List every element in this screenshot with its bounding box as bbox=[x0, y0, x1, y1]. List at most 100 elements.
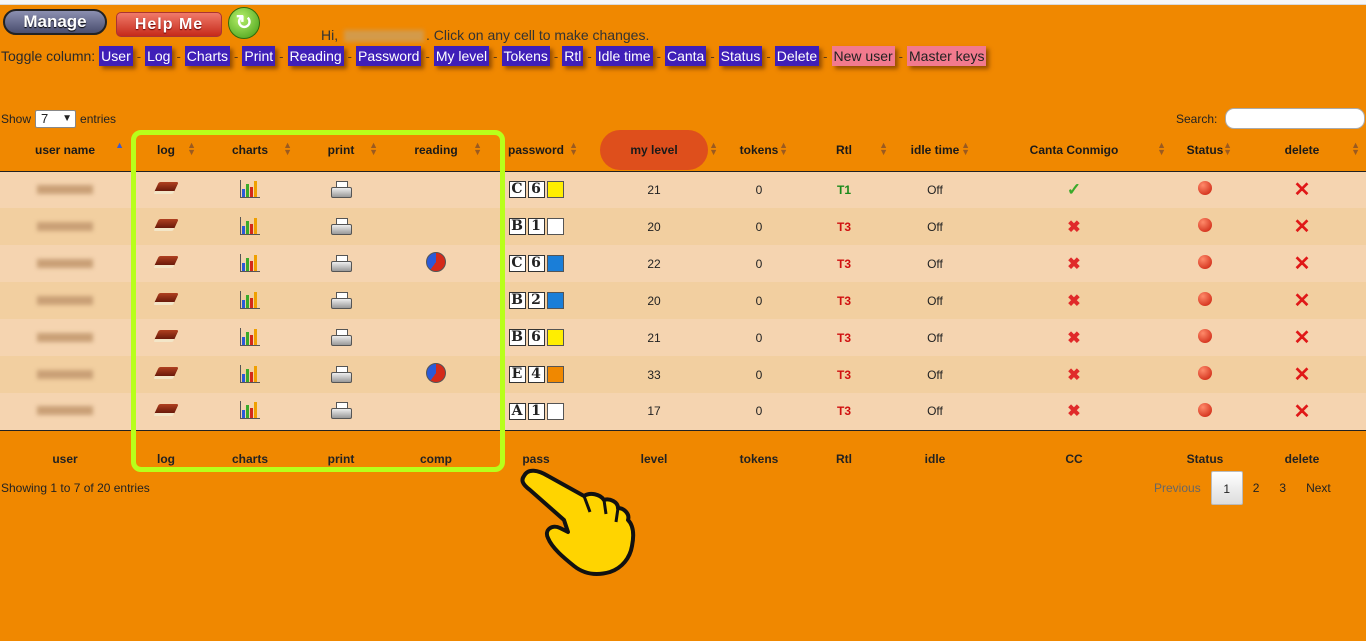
column-header-my-level[interactable]: my level ▲ ▼ bbox=[584, 130, 724, 172]
cell-idle[interactable]: Off bbox=[894, 393, 976, 430]
column-header-log[interactable]: log ▲ ▼ bbox=[130, 130, 202, 172]
cell-password[interactable]: A1 bbox=[488, 393, 584, 430]
cell-username[interactable] bbox=[0, 393, 130, 430]
column-header-charts[interactable]: charts ▲ ▼ bbox=[202, 130, 298, 172]
toggle-rtl-button[interactable]: Rtl bbox=[562, 46, 584, 66]
cell-delete[interactable]: ✕ bbox=[1238, 319, 1366, 356]
cell-reading[interactable] bbox=[384, 245, 488, 282]
cell-password[interactable]: C6 bbox=[488, 245, 584, 282]
cell-print[interactable] bbox=[298, 356, 384, 393]
cell-log[interactable] bbox=[130, 245, 202, 282]
toggle-print-button[interactable]: Print bbox=[242, 46, 276, 66]
cell-rtl[interactable]: T3 bbox=[794, 393, 894, 430]
cell-delete[interactable]: ✕ bbox=[1238, 245, 1366, 282]
toggle-status-button[interactable]: Status bbox=[718, 46, 763, 66]
toggle-charts-button[interactable]: Charts bbox=[184, 46, 231, 66]
cell-idle[interactable]: Off bbox=[894, 171, 976, 208]
cell-charts[interactable] bbox=[202, 356, 298, 393]
cell-log[interactable] bbox=[130, 282, 202, 319]
cell-idle[interactable]: Off bbox=[894, 319, 976, 356]
cell-rtl[interactable]: T3 bbox=[794, 319, 894, 356]
cell-level[interactable]: 21 bbox=[584, 319, 724, 356]
cell-reading[interactable] bbox=[384, 356, 488, 393]
cell-reading[interactable] bbox=[384, 319, 488, 356]
delete-x-icon[interactable]: ✕ bbox=[1294, 216, 1311, 238]
cell-reading[interactable] bbox=[384, 393, 488, 430]
delete-x-icon[interactable]: ✕ bbox=[1294, 327, 1311, 349]
previous-button[interactable]: Previous bbox=[1144, 471, 1211, 505]
page-2-button[interactable]: 2 bbox=[1243, 471, 1270, 505]
column-header-user-name[interactable]: user name ▲ bbox=[0, 130, 130, 172]
cell-status[interactable] bbox=[1172, 319, 1238, 356]
cell-charts[interactable] bbox=[202, 393, 298, 430]
cell-password[interactable]: B6 bbox=[488, 319, 584, 356]
cell-tokens[interactable]: 0 bbox=[724, 393, 794, 430]
help-me-button[interactable]: Help Me bbox=[116, 12, 222, 37]
cell-tokens[interactable]: 0 bbox=[724, 171, 794, 208]
cell-rtl[interactable]: T3 bbox=[794, 282, 894, 319]
cell-log[interactable] bbox=[130, 208, 202, 245]
toggle-password-button[interactable]: Password bbox=[356, 46, 422, 66]
cell-canta[interactable]: ✖ bbox=[976, 245, 1172, 282]
cell-canta[interactable]: ✖ bbox=[976, 282, 1172, 319]
cell-delete[interactable]: ✕ bbox=[1238, 208, 1366, 245]
cell-charts[interactable] bbox=[202, 208, 298, 245]
column-header-canta-conmigo[interactable]: Canta Conmigo ▲ ▼ bbox=[976, 130, 1172, 172]
cell-canta[interactable]: ✓ bbox=[976, 171, 1172, 208]
delete-x-icon[interactable]: ✕ bbox=[1294, 401, 1311, 423]
cell-charts[interactable] bbox=[202, 245, 298, 282]
toggle-delete-button[interactable]: Delete bbox=[774, 46, 820, 66]
cell-username[interactable] bbox=[0, 245, 130, 282]
column-header-tokens[interactable]: tokens ▲ ▼ bbox=[724, 130, 794, 172]
cell-tokens[interactable]: 0 bbox=[724, 208, 794, 245]
cell-charts[interactable] bbox=[202, 171, 298, 208]
toggle-reading-button[interactable]: Reading bbox=[287, 46, 344, 66]
cell-password[interactable]: B2 bbox=[488, 282, 584, 319]
cell-level[interactable]: 22 bbox=[584, 245, 724, 282]
toggle-log-button[interactable]: Log bbox=[145, 46, 173, 66]
cell-status[interactable] bbox=[1172, 282, 1238, 319]
delete-x-icon[interactable]: ✕ bbox=[1294, 179, 1311, 201]
toggle-master-keys-button[interactable]: Master keys bbox=[907, 46, 987, 66]
cell-tokens[interactable]: 0 bbox=[724, 319, 794, 356]
cell-password[interactable]: B1 bbox=[488, 208, 584, 245]
cell-level[interactable]: 21 bbox=[584, 171, 724, 208]
manage-button[interactable]: Manage bbox=[3, 9, 107, 35]
toggle-my-level-button[interactable]: My level bbox=[433, 46, 490, 66]
cell-reading[interactable] bbox=[384, 282, 488, 319]
column-header-print[interactable]: print ▲ ▼ bbox=[298, 130, 384, 172]
cell-log[interactable] bbox=[130, 356, 202, 393]
cell-reading[interactable] bbox=[384, 171, 488, 208]
toggle-tokens-button[interactable]: Tokens bbox=[501, 46, 550, 66]
cell-idle[interactable]: Off bbox=[894, 356, 976, 393]
cell-print[interactable] bbox=[298, 171, 384, 208]
column-header-password[interactable]: password ▲ ▼ bbox=[488, 130, 584, 172]
cell-level[interactable]: 33 bbox=[584, 356, 724, 393]
page-3-button[interactable]: 3 bbox=[1269, 471, 1296, 505]
delete-x-icon[interactable]: ✕ bbox=[1294, 290, 1311, 312]
entries-select[interactable]: 7 ▼ bbox=[35, 110, 77, 128]
cell-status[interactable] bbox=[1172, 208, 1238, 245]
cell-rtl[interactable]: T3 bbox=[794, 245, 894, 282]
cell-idle[interactable]: Off bbox=[894, 282, 976, 319]
cell-log[interactable] bbox=[130, 319, 202, 356]
cell-password[interactable]: E4 bbox=[488, 356, 584, 393]
cell-username[interactable] bbox=[0, 282, 130, 319]
cell-canta[interactable]: ✖ bbox=[976, 393, 1172, 430]
cell-idle[interactable]: Off bbox=[894, 245, 976, 282]
cell-canta[interactable]: ✖ bbox=[976, 356, 1172, 393]
cell-log[interactable] bbox=[130, 171, 202, 208]
cell-level[interactable]: 20 bbox=[584, 208, 724, 245]
toggle-canta-button[interactable]: Canta bbox=[664, 46, 707, 66]
column-header-idle-time[interactable]: idle time ▲ ▼ bbox=[894, 130, 976, 172]
delete-x-icon[interactable]: ✕ bbox=[1294, 253, 1311, 275]
column-header-status[interactable]: Status ▲ ▼ bbox=[1172, 130, 1238, 172]
cell-print[interactable] bbox=[298, 282, 384, 319]
toggle-new-user-button[interactable]: New user bbox=[831, 46, 895, 66]
cell-tokens[interactable]: 0 bbox=[724, 282, 794, 319]
column-header-rtl[interactable]: Rtl ▲ ▼ bbox=[794, 130, 894, 172]
cell-rtl[interactable]: T3 bbox=[794, 356, 894, 393]
cell-log[interactable] bbox=[130, 393, 202, 430]
cell-print[interactable] bbox=[298, 319, 384, 356]
cell-rtl[interactable]: T3 bbox=[794, 208, 894, 245]
